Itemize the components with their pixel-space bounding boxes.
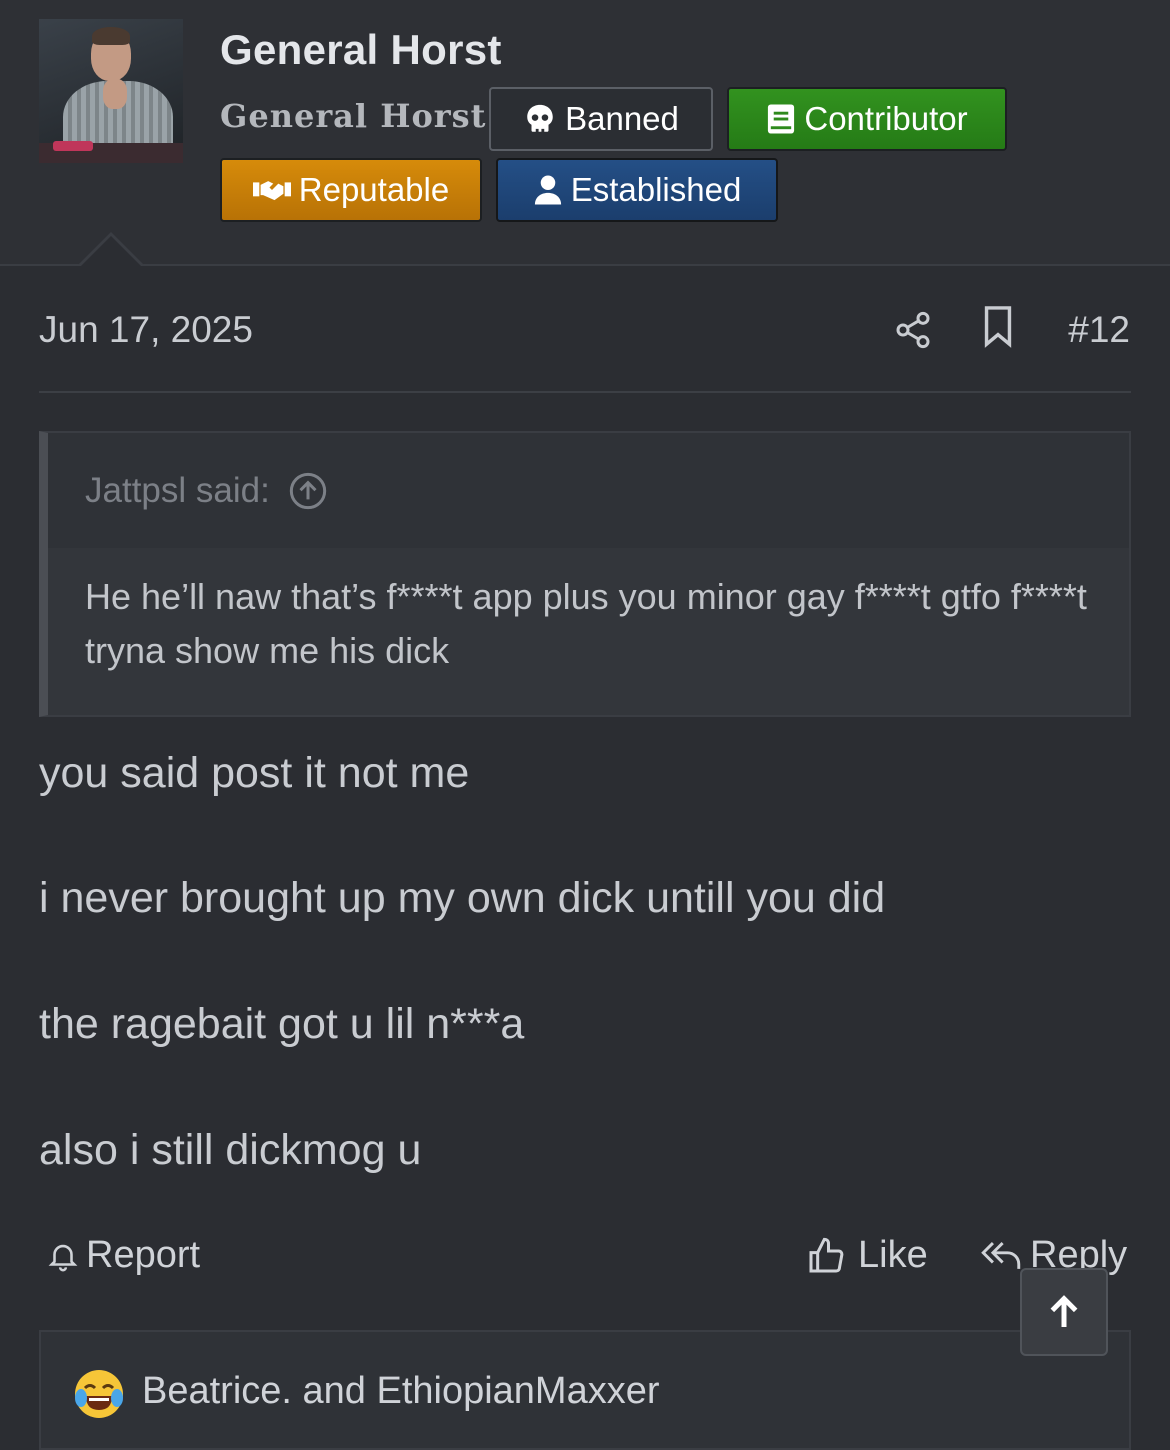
badge-banned[interactable]: Banned [489, 87, 713, 151]
badge-label: Reputable [298, 171, 450, 208]
like-button[interactable]: Like [806, 1234, 928, 1277]
scroll-to-top-button[interactable] [1020, 1268, 1108, 1356]
message-line: you said post it not me [39, 749, 470, 797]
report-label: Report [86, 1234, 201, 1276]
quote-header: Jattpsl said: [48, 433, 1129, 548]
user-icon [534, 175, 561, 205]
book-icon [768, 104, 795, 134]
badge-established[interactable]: Established [496, 158, 778, 222]
post-number[interactable]: #12 [1068, 309, 1130, 351]
message-line: the ragebait got u lil n***a [39, 1000, 525, 1048]
bookmark-icon[interactable] [982, 306, 1014, 348]
reply-icon [981, 1241, 1021, 1269]
quote-block: Jattpsl said: He he’ll naw that’s f****t… [39, 431, 1131, 717]
quote-text: He he’ll naw that’s f****t app plus you … [48, 548, 1129, 715]
joy-emoji-icon [75, 1370, 123, 1418]
quote-author[interactable]: Jattpsl said: [85, 471, 270, 511]
avatar[interactable] [39, 19, 183, 163]
thumbs-up-icon [809, 1237, 844, 1272]
arrow-up-icon [1050, 1295, 1078, 1327]
skull-icon [527, 104, 553, 132]
share-icon[interactable] [893, 309, 933, 351]
handshake-icon [252, 181, 291, 201]
badge-label: Established [570, 171, 742, 208]
bell-icon [48, 1244, 78, 1271]
badge-label: Banned [565, 100, 679, 137]
arrow-up-circle-icon[interactable] [288, 471, 328, 511]
badge-label: Contributor [804, 100, 968, 137]
badge-reputable[interactable]: Reputable [220, 158, 482, 222]
user-title: General Horst [220, 97, 487, 135]
username[interactable]: General Horst [220, 26, 502, 74]
badge-contributor[interactable]: Contributor [727, 87, 1007, 151]
report-button[interactable]: Report [46, 1234, 200, 1277]
message-line: also i still dickmog u [39, 1126, 422, 1174]
message-line: i never brought up my own dick untill yo… [39, 874, 886, 922]
post-date[interactable]: Jun 17, 2025 [39, 309, 253, 351]
like-label: Like [858, 1234, 928, 1276]
divider [39, 391, 1131, 393]
reactions-list[interactable]: Beatrice. and EthiopianMaxxer [142, 1370, 660, 1413]
user-info-bar: General Horst General Horst Banned Contr… [0, 0, 1170, 266]
